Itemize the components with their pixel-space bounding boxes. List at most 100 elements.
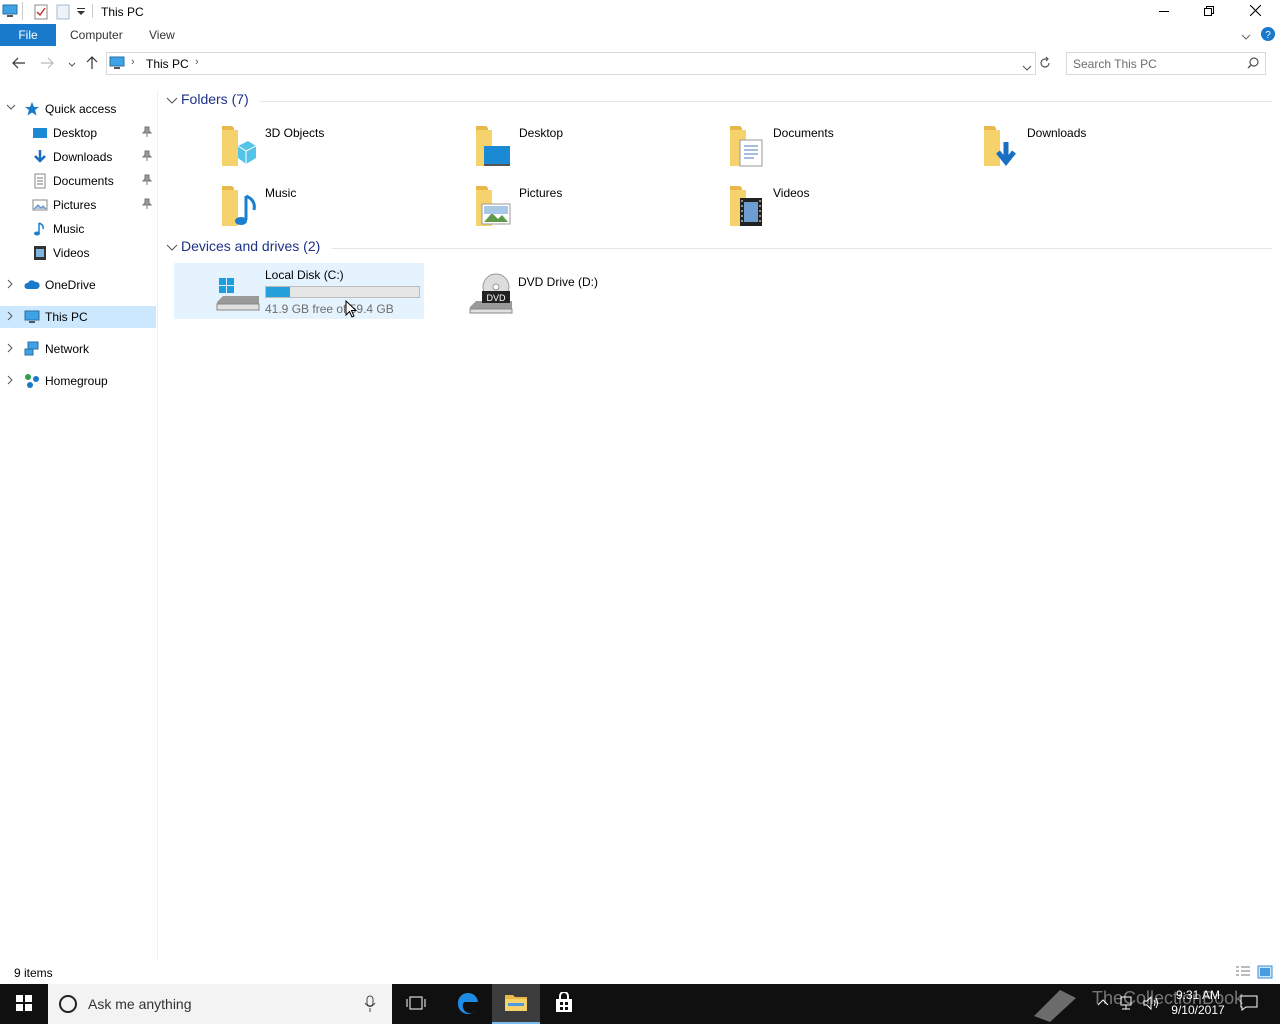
properties-icon[interactable]	[34, 4, 48, 23]
drive-usage-bar	[265, 286, 420, 298]
folders-group-header[interactable]: Folders (7)	[166, 91, 1272, 111]
up-button[interactable]	[83, 55, 101, 73]
qat-dropdown-icon[interactable]	[76, 6, 86, 20]
edge-taskbar-button[interactable]	[444, 984, 492, 1024]
drive-usage-fill	[266, 287, 290, 297]
folder-downloads-icon	[980, 124, 1020, 168]
drive-dvd-d[interactable]: DVD DVD Drive (D:)	[428, 263, 678, 319]
folder-3d-objects[interactable]: 3D Objects	[174, 118, 424, 174]
folder-pictures[interactable]: Pictures	[428, 178, 678, 234]
nav-item-desktop[interactable]: Desktop	[0, 122, 156, 144]
forward-button[interactable]	[38, 55, 56, 73]
search-icon[interactable]	[1247, 57, 1259, 72]
address-dropdown-icon[interactable]	[1022, 61, 1032, 75]
document-icon	[32, 173, 48, 189]
microphone-icon[interactable]	[364, 995, 376, 1016]
tab-computer[interactable]: Computer	[70, 24, 123, 46]
nav-item-pictures[interactable]: Pictures	[0, 194, 156, 216]
nav-item-documents[interactable]: Documents	[0, 170, 156, 192]
refresh-icon[interactable]	[1039, 56, 1051, 73]
file-explorer-icon	[504, 992, 528, 1015]
title-bar: This PC	[0, 0, 1280, 24]
volume-icon[interactable]	[1142, 995, 1160, 1014]
close-button[interactable]	[1232, 0, 1278, 24]
back-button[interactable]	[10, 55, 28, 73]
breadcrumb-separator-icon[interactable]: ›	[195, 56, 199, 68]
expand-ribbon-icon[interactable]	[1241, 30, 1251, 44]
help-icon[interactable]: ?	[1261, 27, 1275, 44]
ribbon-tabs: File Computer View ?	[0, 24, 1280, 46]
restore-button[interactable]	[1186, 0, 1232, 24]
collapse-chevron-icon[interactable]	[166, 95, 178, 107]
breadcrumb-this-pc[interactable]: This PC	[146, 57, 189, 71]
nav-item-quick-access[interactable]: Quick access	[0, 98, 156, 120]
status-bar: 9 items	[0, 962, 1280, 984]
search-input[interactable]	[1073, 56, 1243, 72]
svg-text:?: ?	[1265, 30, 1271, 41]
expand-chevron-icon[interactable]	[6, 311, 16, 323]
start-button[interactable]	[0, 984, 48, 1024]
nav-item-onedrive[interactable]: OneDrive	[0, 274, 156, 296]
folder-music[interactable]: Music	[174, 178, 424, 234]
details-view-icon[interactable]	[1235, 965, 1251, 982]
drive-local-disk-c[interactable]: Local Disk (C:) 41.9 GB free of 59.4 GB	[174, 263, 424, 319]
folder-documents-icon	[726, 124, 766, 168]
file-explorer-taskbar-button[interactable]	[492, 984, 540, 1024]
new-folder-icon[interactable]	[56, 4, 70, 23]
nav-item-videos[interactable]: Videos	[0, 242, 156, 264]
large-icons-view-icon[interactable]	[1257, 965, 1273, 982]
forward-arrow-icon	[40, 57, 54, 72]
expand-chevron-icon[interactable]	[6, 343, 16, 355]
chevron-down-icon	[68, 57, 76, 71]
search-box[interactable]	[1066, 52, 1266, 75]
group-divider	[260, 101, 1272, 102]
breadcrumb-separator-icon[interactable]: ›	[131, 56, 135, 68]
qat-divider	[22, 2, 23, 20]
dvd-drive-icon: DVD	[466, 271, 514, 314]
nav-item-this-pc[interactable]: This PC	[0, 306, 156, 328]
nav-item-label: Network	[45, 342, 90, 356]
nav-item-music[interactable]: Music	[0, 218, 156, 240]
tab-view[interactable]: View	[149, 24, 175, 46]
nav-item-homegroup[interactable]: Homegroup	[0, 370, 156, 392]
show-hidden-icons-chevron-icon[interactable]	[1097, 996, 1109, 1010]
folder-label: Music	[265, 186, 297, 200]
store-taskbar-button[interactable]	[540, 984, 588, 1024]
cortana-search-box[interactable]: Ask me anything	[48, 984, 392, 1024]
tab-file[interactable]: File	[0, 24, 56, 46]
folder-documents[interactable]: Documents	[682, 118, 932, 174]
folder-downloads[interactable]: Downloads	[936, 118, 1186, 174]
expand-chevron-icon[interactable]	[6, 103, 16, 115]
music-icon	[32, 221, 48, 237]
group-label: Folders (7)	[181, 91, 249, 107]
windows-logo-icon	[16, 994, 32, 1014]
pane-divider[interactable]	[157, 90, 158, 960]
taskbar-clock[interactable]: 9:31 AM 9/10/2017	[1160, 988, 1236, 1018]
pin-icon[interactable]	[141, 126, 153, 138]
task-view-button[interactable]	[392, 984, 440, 1024]
restore-icon	[1204, 5, 1214, 19]
folder-label: Desktop	[519, 126, 564, 140]
drives-group-header[interactable]: Devices and drives (2)	[166, 238, 1272, 258]
address-bar[interactable]: › This PC ›	[106, 52, 1036, 75]
minimize-button[interactable]	[1141, 0, 1187, 24]
pin-icon[interactable]	[141, 174, 153, 186]
action-center-icon[interactable]	[1240, 995, 1258, 1014]
item-count: 9 items	[14, 966, 53, 980]
folder-desktop[interactable]: Desktop	[428, 118, 678, 174]
network-icon	[24, 341, 40, 357]
expand-chevron-icon[interactable]	[6, 375, 16, 387]
recent-locations-button[interactable]	[63, 55, 81, 73]
cortana-search-text: Ask me anything	[88, 996, 192, 1012]
nav-item-network[interactable]: Network	[0, 338, 156, 360]
homegroup-icon	[24, 373, 40, 389]
network-tray-icon[interactable]	[1118, 995, 1134, 1014]
pin-icon[interactable]	[141, 198, 153, 210]
pin-icon[interactable]	[141, 150, 153, 162]
folder-videos[interactable]: Videos	[682, 178, 932, 234]
collapse-chevron-icon[interactable]	[166, 242, 178, 254]
expand-chevron-icon[interactable]	[6, 279, 16, 291]
svg-text:DVD: DVD	[486, 293, 506, 303]
nav-item-downloads[interactable]: Downloads	[0, 146, 156, 168]
nav-item-label: Videos	[53, 246, 90, 260]
